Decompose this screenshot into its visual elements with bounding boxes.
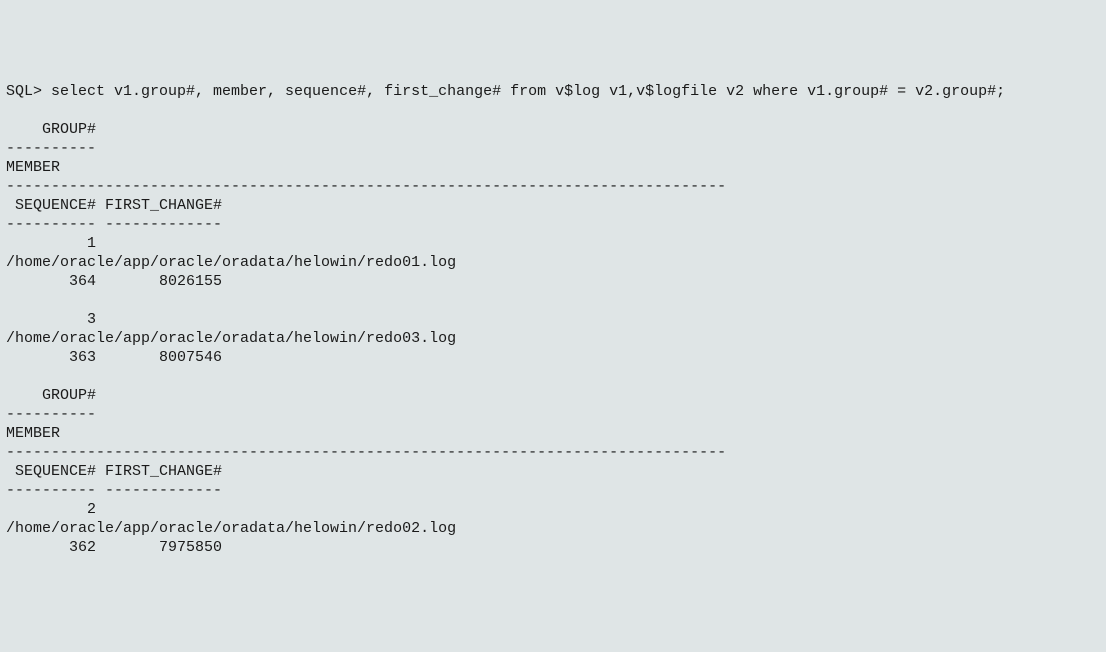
- row-group: 2: [6, 501, 96, 518]
- row-group: 1: [6, 235, 96, 252]
- separator: ----------: [6, 406, 96, 423]
- row-member: /home/oracle/app/oracle/oradata/helowin/…: [6, 254, 456, 271]
- col-header-member: MEMBER: [6, 159, 60, 176]
- row-member: /home/oracle/app/oracle/oradata/helowin/…: [6, 520, 456, 537]
- col-header-group: GROUP#: [6, 387, 96, 404]
- col-header-seq-change: SEQUENCE# FIRST_CHANGE#: [6, 463, 222, 480]
- sql-terminal-output: SQL> select v1.group#, member, sequence#…: [6, 82, 1100, 557]
- row-seq-change: 362 7975850: [6, 539, 222, 556]
- separator: ----------------------------------------…: [6, 444, 726, 461]
- separator: ----------: [6, 140, 96, 157]
- separator: ---------- -------------: [6, 482, 222, 499]
- col-header-member: MEMBER: [6, 425, 60, 442]
- row-member: /home/oracle/app/oracle/oradata/helowin/…: [6, 330, 456, 347]
- col-header-group: GROUP#: [6, 121, 96, 138]
- col-header-seq-change: SEQUENCE# FIRST_CHANGE#: [6, 197, 222, 214]
- row-seq-change: 364 8026155: [6, 273, 222, 290]
- row-seq-change: 363 8007546: [6, 349, 222, 366]
- sql-prompt: SQL>: [6, 83, 51, 100]
- separator: ----------------------------------------…: [6, 178, 726, 195]
- row-group: 3: [6, 311, 96, 328]
- sql-query: select v1.group#, member, sequence#, fir…: [51, 83, 1005, 100]
- separator: ---------- -------------: [6, 216, 222, 233]
